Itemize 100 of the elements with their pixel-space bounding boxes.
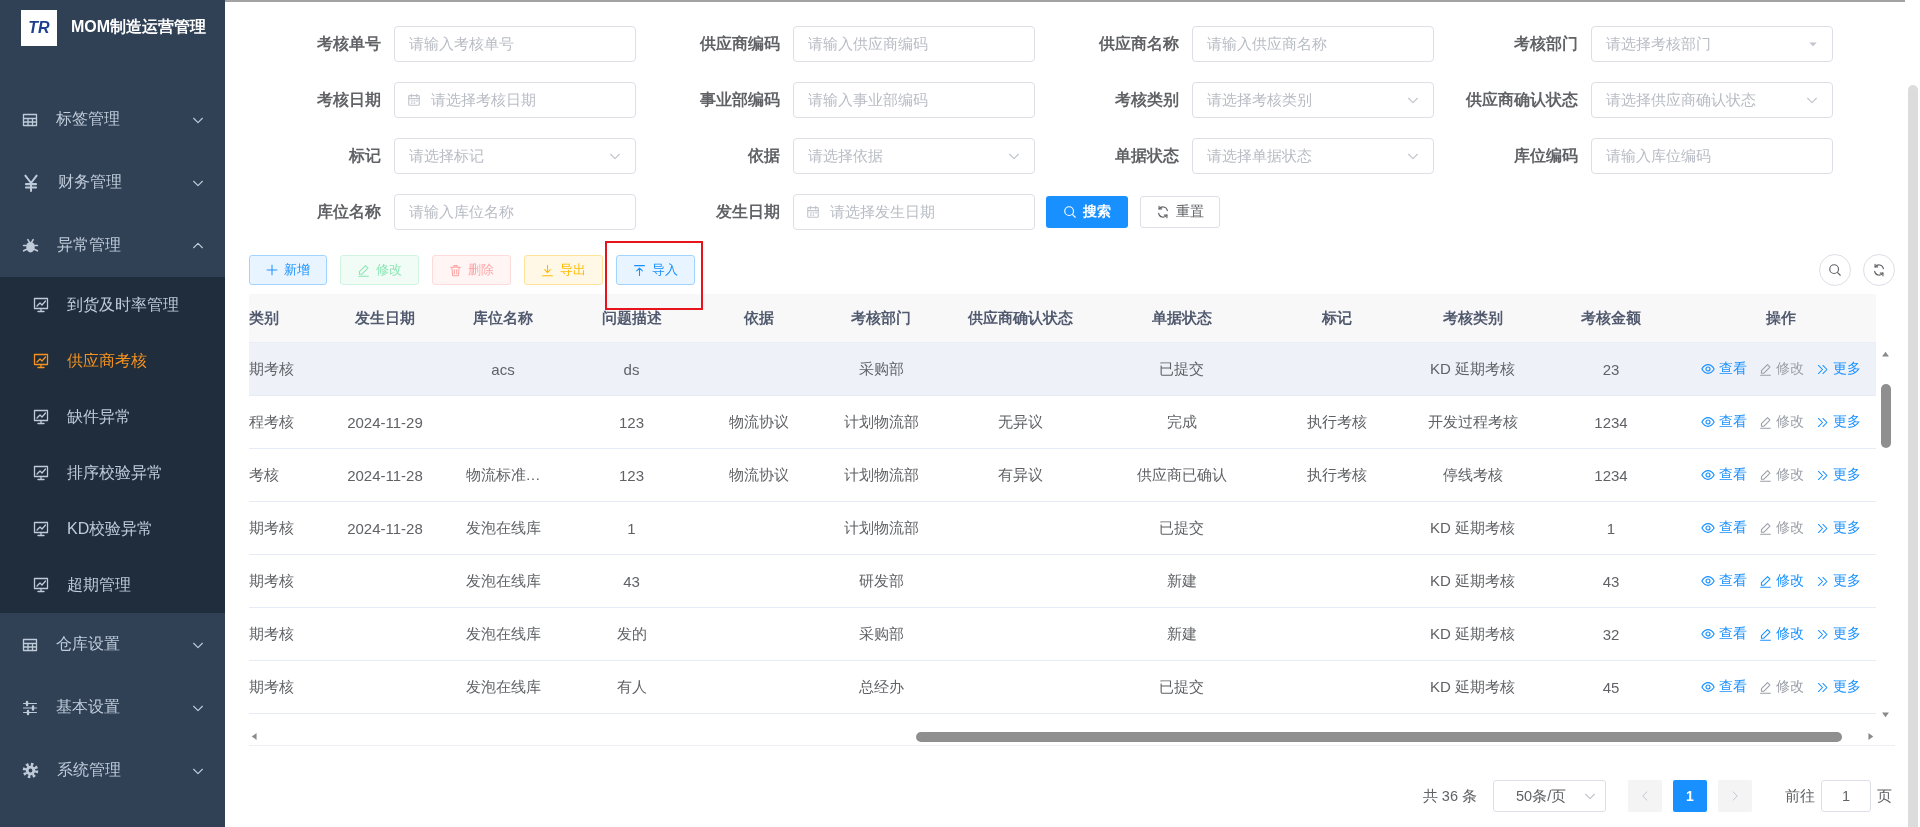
monitor-chart-icon [33, 353, 49, 369]
page-size-select[interactable]: 50条/页 [1493, 780, 1606, 812]
column-header: 考核金额 [1581, 308, 1641, 328]
table-cell: 计划物流部 [843, 465, 919, 485]
logo: TR [21, 9, 57, 46]
field-label: 库位名称 [316, 201, 381, 222]
table-cell: KD 延期考核 [1430, 677, 1515, 697]
table-cell: 计划物流部 [843, 412, 919, 432]
more-link[interactable]: 更多 [1815, 625, 1861, 643]
table-cell: KD 延期考核 [1430, 518, 1515, 538]
table-cell: 执行考核 [1306, 412, 1367, 432]
more-link[interactable]: 更多 [1815, 466, 1861, 484]
double-chevron-icon [1815, 521, 1829, 535]
page-input[interactable]: 1 [1821, 780, 1871, 812]
table-cell: KD 延期考核 [1430, 359, 1515, 379]
column-header: 考核部门 [851, 308, 911, 328]
scrollbar-thumb[interactable] [1907, 85, 1918, 827]
triangle-left-icon [249, 731, 260, 742]
view-link[interactable]: 查看 [1700, 572, 1747, 590]
field-label: 标记 [347, 145, 381, 166]
eye-icon [1700, 415, 1715, 429]
table-cell: 1234 [1594, 413, 1628, 431]
reset-button[interactable]: 重置 [1140, 196, 1220, 228]
column-header: 操作 [1765, 308, 1796, 328]
total-count: 共 36 条 [1422, 786, 1477, 806]
table-cell: 物流协议 [729, 412, 789, 432]
view-link[interactable]: 查看 [1700, 360, 1747, 378]
more-link[interactable]: 更多 [1815, 519, 1861, 537]
input-field[interactable]: 请输入考核单号 [394, 26, 636, 62]
input-field[interactable]: 请输入供应商编码 [793, 26, 1035, 62]
date-field[interactable]: 请选择发生日期 [793, 194, 1035, 230]
more-link[interactable]: 更多 [1815, 360, 1861, 378]
table-cell: 有异议 [997, 465, 1043, 485]
more-link[interactable]: 更多 [1815, 678, 1861, 696]
gear-icon [22, 762, 39, 779]
table-cell: 完成 [1166, 412, 1197, 432]
table-cell: KD 延期考核 [1430, 571, 1515, 591]
edit-link[interactable]: 修改 [1758, 625, 1804, 643]
select-field[interactable]: 请选择标记 [394, 138, 636, 174]
select-field[interactable]: 请选择依据 [793, 138, 1035, 174]
select-field[interactable]: 请选择供应商确认状态 [1591, 82, 1833, 118]
column-header: 考核类别 [1442, 308, 1503, 328]
pencil-icon [1758, 627, 1772, 641]
triangle-up-icon [1880, 349, 1891, 360]
search-toggle-button[interactable] [1819, 254, 1851, 286]
table-cell: 期考核 [249, 624, 294, 644]
field-label: 事业部编码 [699, 89, 780, 110]
edit-link[interactable]: 修改 [1758, 572, 1804, 590]
table-cell: 期考核 [249, 571, 294, 591]
pencil-icon [1758, 415, 1772, 429]
scrollbar-thumb[interactable] [1880, 384, 1891, 448]
select-field[interactable]: 请选择考核部门 [1591, 26, 1833, 62]
import-button[interactable]: 导入 [616, 255, 695, 285]
search-button[interactable]: 搜索 [1046, 196, 1128, 228]
triangle-down-icon [1880, 709, 1891, 720]
input-field[interactable]: 请输入库位名称 [394, 194, 636, 230]
table-cell: 研发部 [858, 571, 904, 591]
more-link[interactable]: 更多 [1815, 413, 1861, 431]
date-field[interactable]: 请选择考核日期 [394, 82, 636, 118]
column-header: 类别 [249, 308, 279, 328]
view-link[interactable]: 查看 [1700, 678, 1747, 696]
table-cell: 2024-11-28 [347, 519, 423, 537]
view-link[interactable]: 查看 [1700, 625, 1747, 643]
table-cell: 已提交 [1159, 677, 1204, 697]
view-link[interactable]: 查看 [1700, 466, 1747, 484]
refresh-icon [1872, 263, 1886, 277]
table-cell: 32 [1602, 625, 1620, 643]
bug-icon [22, 237, 39, 254]
triangle-right-icon [1865, 731, 1876, 742]
column-header: 发生日期 [355, 308, 415, 328]
monitor-chart-icon [33, 297, 49, 313]
field-label: 供应商确认状态 [1464, 89, 1578, 110]
scrollbar-thumb[interactable] [916, 731, 1842, 742]
table-cell: KD 延期考核 [1430, 624, 1515, 644]
table-cell: 45 [1602, 678, 1620, 696]
table-cell: 开发过程考核 [1427, 412, 1518, 432]
page-button[interactable]: 1 [1673, 780, 1707, 812]
search-icon [1063, 205, 1077, 219]
eye-icon [1700, 362, 1715, 376]
table-cell: 新建 [1166, 571, 1197, 591]
field-label: 单据状态 [1114, 145, 1179, 166]
pencil-icon [357, 263, 370, 277]
field-label: 依据 [746, 145, 780, 166]
input-field[interactable]: 请输入库位编码 [1591, 138, 1833, 174]
eye-icon [1700, 574, 1715, 588]
view-link[interactable]: 查看 [1700, 519, 1747, 537]
table-cell: 执行考核 [1306, 465, 1367, 485]
eye-icon [1700, 468, 1715, 482]
view-link[interactable]: 查看 [1700, 413, 1747, 431]
more-link[interactable]: 更多 [1815, 572, 1861, 590]
select-field[interactable]: 请选择考核类别 [1192, 82, 1434, 118]
refresh-button[interactable] [1863, 254, 1895, 286]
input-field[interactable]: 请输入供应商名称 [1192, 26, 1434, 62]
input-field[interactable]: 请输入事业部编码 [793, 82, 1035, 118]
yen-icon [22, 173, 40, 192]
double-chevron-icon [1815, 362, 1829, 376]
select-field[interactable]: 请选择单据状态 [1192, 138, 1434, 174]
table-cell: 发泡在线库 [465, 518, 541, 538]
add-button[interactable]: 新增 [249, 255, 327, 285]
search-icon [1828, 263, 1842, 277]
